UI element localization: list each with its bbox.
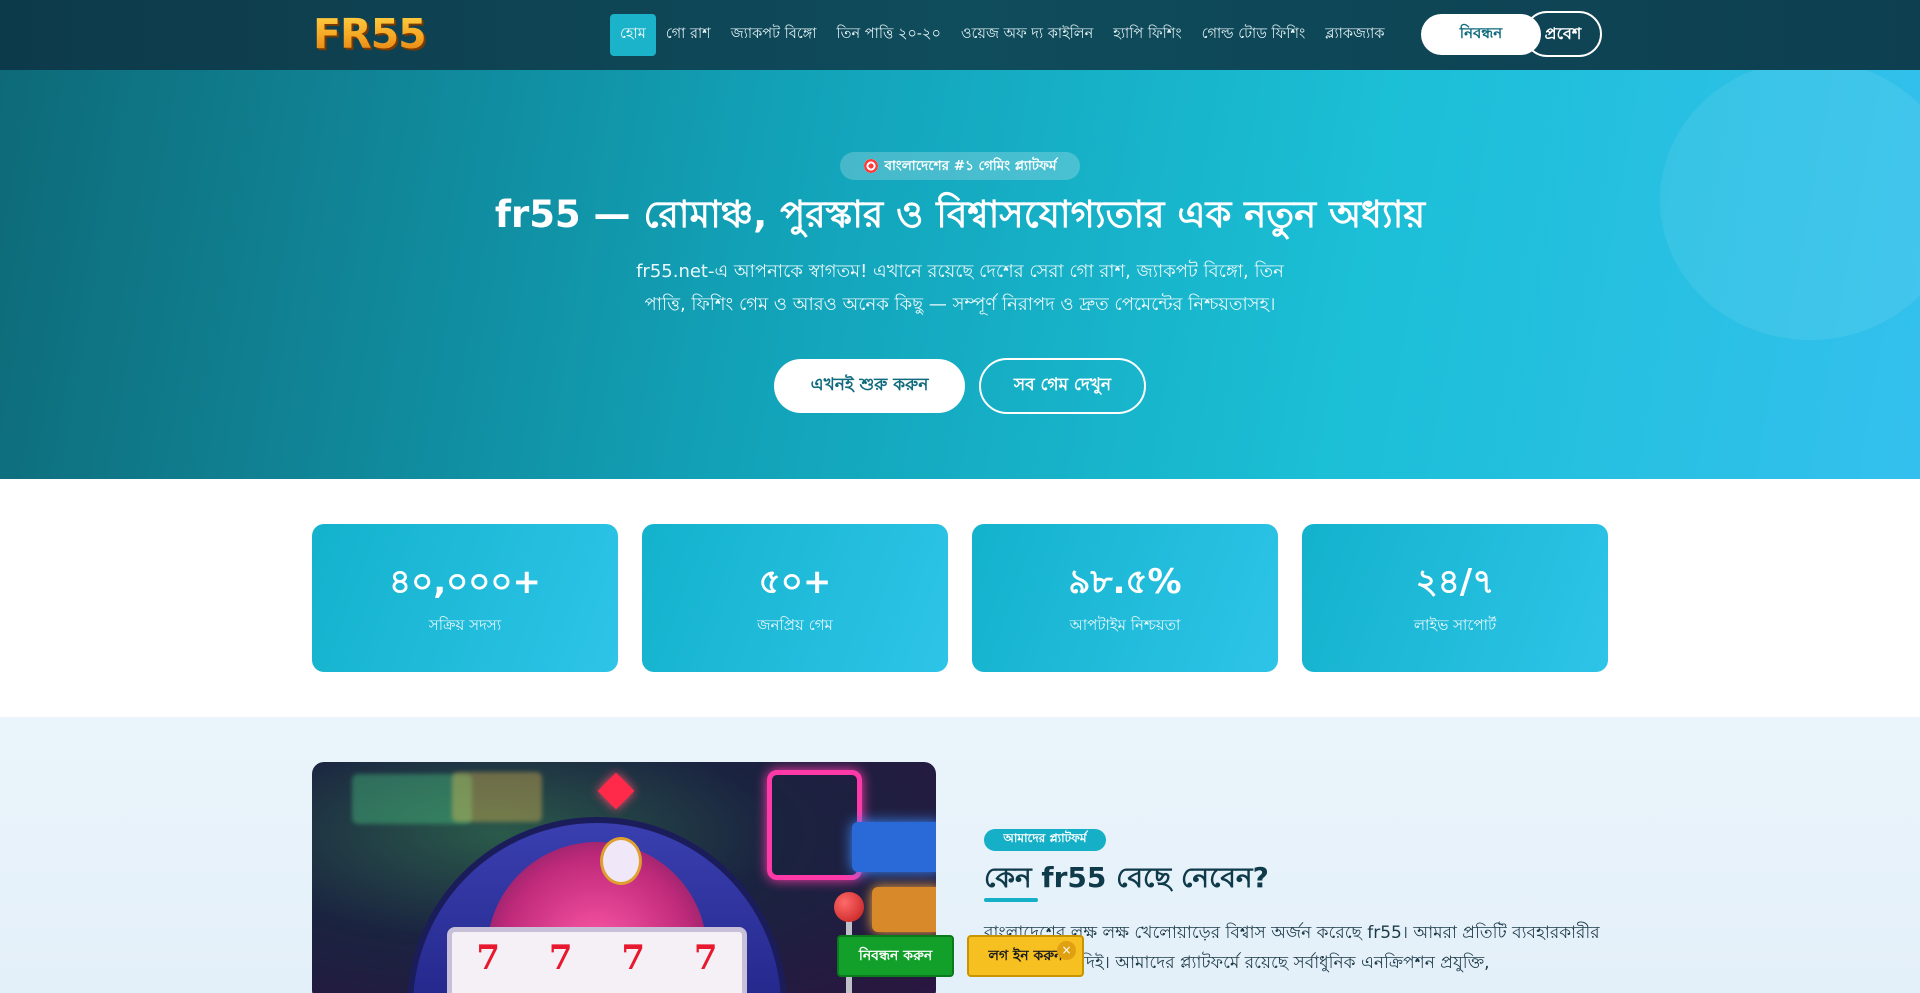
nav-item-gold-toad-fishing[interactable]: গোল্ড টোড ফিশিং — [1192, 14, 1316, 56]
stat-label: আপটাইম নিশ্চয়তা — [1069, 616, 1181, 634]
stat-label: লাইভ সাপোর্ট — [1413, 616, 1497, 634]
diamond-icon — [597, 772, 635, 810]
neon-sign — [872, 887, 936, 932]
hero-section: বাংলাদেশের #১ গেমিং প্ল্যাটফর্ম fr55 — র… — [0, 70, 1920, 479]
seven-symbol-icon: 7 — [621, 938, 646, 978]
platform-badge: আমাদের প্ল্যাটফর্ম — [984, 829, 1106, 851]
stat-value: ২৪/৭ — [1415, 562, 1495, 602]
site-logo[interactable]: FR55 — [313, 10, 427, 58]
lever-knob-icon — [834, 892, 864, 922]
neon-sign — [767, 770, 862, 880]
stat-label: সক্রিয় সদস্য — [428, 616, 502, 634]
mascot-icon — [600, 837, 642, 885]
nav-item-teen-patti[interactable]: তিন পাত্তি ২০-২০ — [826, 14, 950, 56]
stat-card-games: ৫০+ জনপ্রিয় গেম — [642, 524, 948, 672]
register-button[interactable]: নিবন্ধন — [1421, 14, 1541, 55]
floating-register-button[interactable]: নিবন্ধন করুন — [837, 935, 954, 977]
neon-sign — [852, 822, 936, 872]
nav-item-blackjack[interactable]: ব্ল্যাকজ্যাক — [1315, 14, 1394, 56]
stat-value: ৯৮.৫% — [1068, 562, 1182, 602]
main-nav: হোম গো রাশ জ্যাকপট বিঙ্গো তিন পাত্তি ২০-… — [610, 14, 1395, 56]
stats-section: ৪০,০০০+ সক্রিয় সদস্য ৫০+ জনপ্রিয় গেম ৯… — [0, 479, 1920, 717]
seven-symbol-icon: 7 — [548, 938, 573, 978]
hero-badge-text: বাংলাদেশের #১ গেমিং প্ল্যাটফর্ম — [884, 157, 1057, 174]
stat-value: ৪০,০০০+ — [389, 562, 541, 602]
seven-symbol-icon: 7 — [693, 938, 718, 978]
title-underline — [984, 898, 1038, 902]
stat-label: জনপ্রিয় গেম — [757, 616, 833, 634]
hero-description: fr55.net-এ আপনাকে স্বাগতম! এখানে রয়েছে … — [636, 261, 1284, 315]
neon-sign — [452, 772, 542, 822]
platform-title: কেন fr55 বেছে নেবেন? — [984, 861, 1269, 894]
view-all-games-button[interactable]: সব গেম দেখুন — [979, 358, 1146, 414]
nav-item-go-rush[interactable]: গো রাশ — [656, 14, 721, 56]
nav-item-happy-fishing[interactable]: হ্যাপি ফিশিং — [1103, 14, 1191, 56]
nav-item-home[interactable]: হোম — [610, 14, 656, 56]
seven-symbol-icon: 7 — [476, 938, 501, 978]
hero-title: fr55 — রোমাঞ্চ, পুরস্কার ও বিশ্বাসযোগ্যত… — [494, 193, 1426, 236]
login-button[interactable]: প্রবেশ — [1524, 11, 1602, 57]
stat-card-members: ৪০,০০০+ সক্রিয় সদস্য — [312, 524, 618, 672]
nav-item-jackpot-bingo[interactable]: জ্যাকপট বিঙ্গো — [721, 14, 827, 56]
target-icon — [863, 159, 878, 173]
stat-card-support: ২৪/৭ লাইভ সাপোর্ট — [1302, 524, 1608, 672]
nav-item-ways-of-qilin[interactable]: ওয়েজ অফ দ্য কাইলিন — [951, 14, 1103, 56]
slot-reels: 7 7 7 7 — [447, 927, 747, 993]
stat-value: ৫০+ — [758, 562, 832, 602]
stat-card-uptime: ৯৮.৫% আপটাইম নিশ্চয়তা — [972, 524, 1278, 672]
close-icon[interactable]: × — [1057, 941, 1076, 960]
platform-section: 7 7 7 7 আমাদের প্ল্যাটফর্ম কেন fr55 বেছে… — [0, 717, 1920, 993]
hero-badge: বাংলাদেশের #১ গেমিং প্ল্যাটফর্ম — [840, 152, 1080, 180]
top-navbar: FR55 FR55 হোম গো রাশ জ্যাকপট বিঙ্গো তিন … — [0, 0, 1920, 70]
start-now-button[interactable]: এখনই শুরু করুন — [774, 359, 965, 413]
